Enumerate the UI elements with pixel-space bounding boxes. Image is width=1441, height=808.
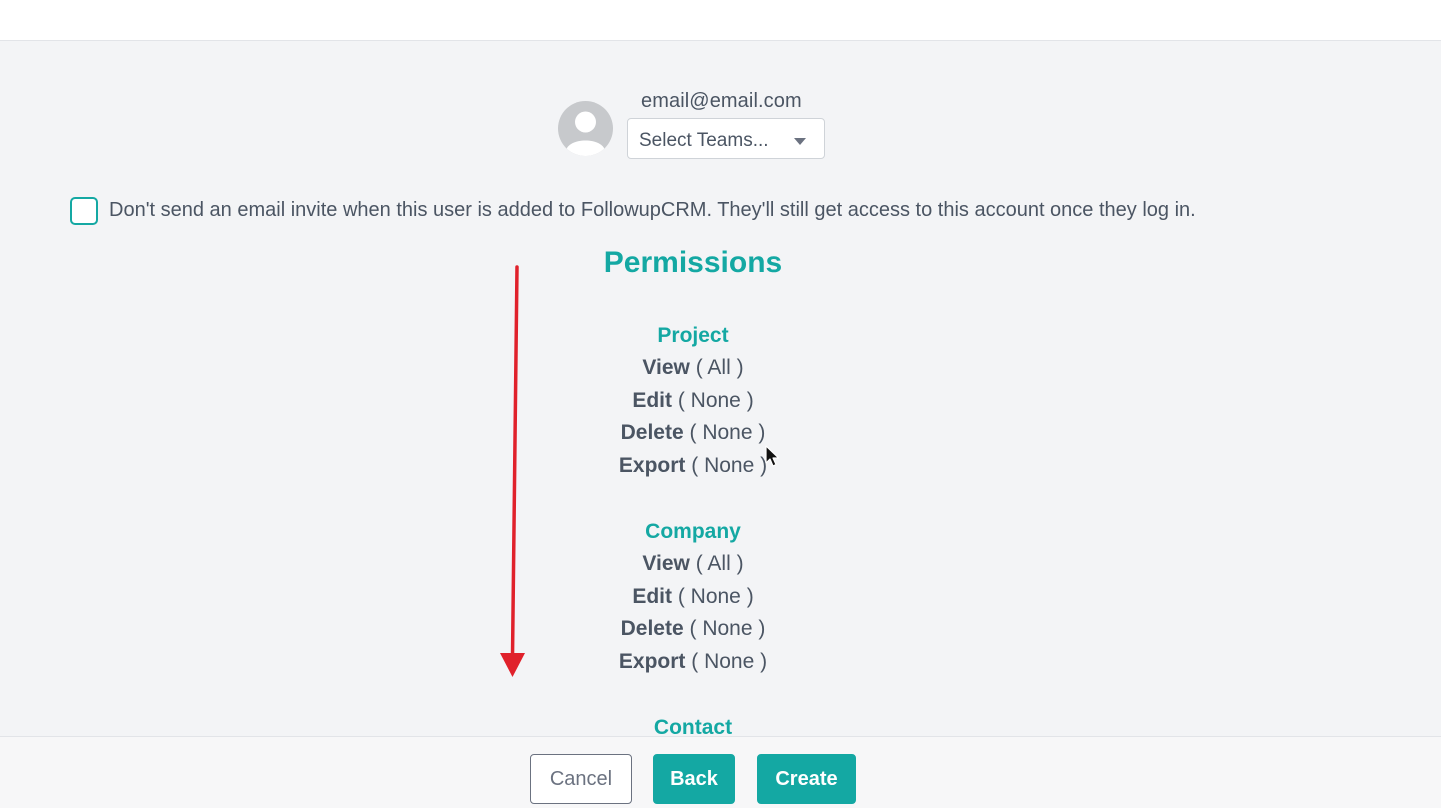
permission-row: Delete ( None ) <box>493 417 893 450</box>
mouse-cursor-icon <box>765 445 780 467</box>
permission-row: Edit ( None ) <box>493 581 893 614</box>
permission-value: ( All ) <box>695 356 744 379</box>
permissions-heading: Permissions <box>603 246 783 279</box>
section-title: Company <box>645 520 741 543</box>
section-title: Project <box>657 324 729 347</box>
create-button[interactable]: Create <box>757 754 856 804</box>
permission-row: Delete ( None ) <box>493 613 893 646</box>
red-down-arrow <box>500 265 525 677</box>
back-button[interactable]: Back <box>653 754 735 804</box>
permission-action: Edit <box>632 584 672 608</box>
permission-row: View ( All ) <box>493 548 893 581</box>
no-invite-checkbox[interactable] <box>70 197 98 225</box>
permission-action: View <box>642 552 690 575</box>
permission-action: Delete <box>620 617 684 641</box>
permission-row: View ( All ) <box>493 352 893 385</box>
no-invite-label[interactable]: Don't send an email invite when this use… <box>109 199 1196 222</box>
permission-row: Export ( None ) <box>493 646 893 679</box>
select-teams-dropdown[interactable]: Select Teams... <box>627 118 825 159</box>
permission-section-contact: Contact <box>493 711 893 736</box>
permission-section-company: Company View ( All ) Edit ( None ) Delet… <box>493 515 893 679</box>
permission-action: Export <box>618 650 686 674</box>
cancel-button[interactable]: Cancel <box>530 754 632 804</box>
permission-row: Export ( None ) <box>493 450 893 483</box>
section-title: Contact <box>653 716 733 736</box>
permission-value: ( None ) <box>691 650 768 674</box>
permission-value: ( None ) <box>677 584 754 608</box>
top-bar <box>0 0 1441 41</box>
select-teams-placeholder: Select Teams... <box>639 130 769 151</box>
permission-row: Edit ( None ) <box>493 385 893 418</box>
default-user-avatar-icon <box>558 101 613 156</box>
form-footer: Cancel Back Create <box>0 736 1441 808</box>
permission-value: ( None ) <box>691 454 768 478</box>
permission-action: Export <box>618 454 686 478</box>
permission-section-project: Project View ( All ) Edit ( None ) Delet… <box>493 319 893 483</box>
permission-action: View <box>642 356 690 379</box>
permission-value: ( All ) <box>695 552 744 575</box>
user-email: email@email.com <box>641 90 802 112</box>
add-user-form: email@email.com Select Teams... Don't se… <box>0 41 1441 736</box>
permission-value: ( None ) <box>689 421 766 445</box>
permission-value: ( None ) <box>677 388 754 412</box>
permission-value: ( None ) <box>689 617 766 641</box>
caret-down-icon <box>794 138 806 145</box>
permission-action: Delete <box>620 421 684 445</box>
permission-action: Edit <box>632 388 672 412</box>
